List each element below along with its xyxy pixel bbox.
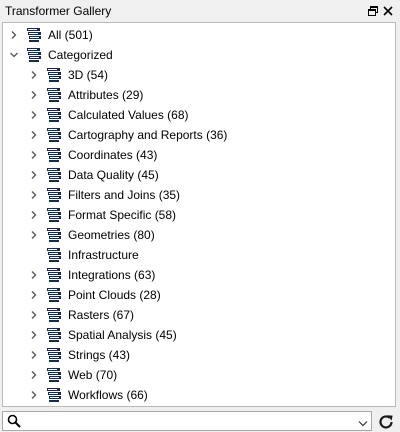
tree-item-label: Strings (43) <box>68 348 131 362</box>
restore-window-icon[interactable] <box>366 4 380 18</box>
tree-item-point-clouds[interactable]: Point Clouds (28) <box>3 285 395 305</box>
chevron-right-icon[interactable] <box>29 310 39 320</box>
tree-item-label: Cartography and Reports (36) <box>68 128 228 142</box>
search-icon <box>7 414 21 428</box>
tree-item-label: Format Specific (58) <box>68 208 177 222</box>
tree-item-web[interactable]: Web (70) <box>3 365 395 385</box>
tree-item-label: Infrastructure <box>68 248 139 262</box>
tree-item-infrastructure[interactable]: Infrastructure <box>3 245 395 265</box>
tree-item-label: Integrations (63) <box>68 268 156 282</box>
tree-item-rasters[interactable]: Rasters (67) <box>3 305 395 325</box>
transformer-stack-icon <box>46 187 62 203</box>
chevron-right-icon[interactable] <box>29 330 39 340</box>
chevron-right-icon[interactable] <box>29 130 39 140</box>
transformer-stack-icon <box>46 67 62 83</box>
tree-item-3d[interactable]: 3D (54) <box>3 65 395 85</box>
panel-title: Transformer Gallery <box>5 4 112 18</box>
transformer-stack-icon <box>46 227 62 243</box>
tree-item-label: Rasters (67) <box>68 308 135 322</box>
search-input[interactable] <box>25 413 355 429</box>
chevron-right-icon[interactable] <box>29 370 39 380</box>
chevron-right-icon[interactable] <box>29 190 39 200</box>
tree-item-format-specific[interactable]: Format Specific (58) <box>3 205 395 225</box>
search-box[interactable] <box>2 411 372 431</box>
chevron-right-icon[interactable] <box>29 230 39 240</box>
chevron-down-icon[interactable] <box>358 417 368 427</box>
tree-item-label: Coordinates (43) <box>68 148 158 162</box>
panel-titlebar: Transformer Gallery <box>0 0 400 22</box>
tree-item-label: All (501) <box>48 28 93 42</box>
tree-item-coordinates[interactable]: Coordinates (43) <box>3 145 395 165</box>
tree-item-spatial-analysis[interactable]: Spatial Analysis (45) <box>3 325 395 345</box>
chevron-right-icon[interactable] <box>29 150 39 160</box>
refresh-icon[interactable] <box>376 412 396 432</box>
tree-item-cartography-and-reports[interactable]: Cartography and Reports (36) <box>3 125 395 145</box>
tree-item-integrations[interactable]: Integrations (63) <box>3 265 395 285</box>
transformer-stack-icon <box>46 287 62 303</box>
chevron-right-icon[interactable] <box>29 390 39 400</box>
transformer-stack-icon <box>46 207 62 223</box>
tree-item-all[interactable]: All (501) <box>3 25 395 45</box>
chevron-right-icon[interactable] <box>29 210 39 220</box>
tree-item-calculated-values[interactable]: Calculated Values (68) <box>3 105 395 125</box>
tree-item-workflows[interactable]: Workflows (66) <box>3 385 395 405</box>
tree-item-label: 3D (54) <box>68 68 109 82</box>
tree-item-label: Spatial Analysis (45) <box>68 328 177 342</box>
tree-item-attributes[interactable]: Attributes (29) <box>3 85 395 105</box>
tree-item-geometries[interactable]: Geometries (80) <box>3 225 395 245</box>
chevron-right-icon[interactable] <box>29 270 39 280</box>
tree-item-data-quality[interactable]: Data Quality (45) <box>3 165 395 185</box>
tree-item-label: Geometries (80) <box>68 228 155 242</box>
transformer-stack-icon <box>26 47 42 63</box>
transformer-stack-icon <box>46 387 62 403</box>
chevron-right-icon[interactable] <box>9 30 19 40</box>
tree-item-label: Data Quality (45) <box>68 168 159 182</box>
tree-item-label: Filters and Joins (35) <box>68 188 181 202</box>
chevron-right-icon[interactable] <box>29 90 39 100</box>
transformer-stack-icon <box>46 87 62 103</box>
transformer-stack-icon <box>46 167 62 183</box>
close-icon[interactable] <box>381 4 395 18</box>
tree-item-label: Web (70) <box>68 368 118 382</box>
tree-item-label: Categorized <box>48 48 113 62</box>
tree-item-label: Calculated Values (68) <box>68 108 189 122</box>
tree-item-label: Attributes (29) <box>68 88 144 102</box>
transformer-stack-icon <box>46 247 62 263</box>
tree-item-categorized[interactable]: Categorized <box>3 45 395 65</box>
transformer-stack-icon <box>46 107 62 123</box>
tree-item-label: Point Clouds (28) <box>68 288 161 302</box>
tree-item-strings[interactable]: Strings (43) <box>3 345 395 365</box>
transformer-stack-icon <box>46 327 62 343</box>
tree-item-filters-and-joins[interactable]: Filters and Joins (35) <box>3 185 395 205</box>
chevron-right-icon[interactable] <box>29 170 39 180</box>
chevron-right-icon[interactable] <box>29 290 39 300</box>
transformer-stack-icon <box>26 27 42 43</box>
transformer-stack-icon <box>46 267 62 283</box>
chevron-right-icon[interactable] <box>29 350 39 360</box>
transformer-stack-icon <box>46 367 62 383</box>
transformer-tree: All (501) Categorized 3D (54) Attributes (2… <box>2 22 396 407</box>
chevron-right-icon[interactable] <box>29 110 39 120</box>
tree-item-label: Workflows (66) <box>68 388 148 402</box>
transformer-stack-icon <box>46 147 62 163</box>
transformer-stack-icon <box>46 347 62 363</box>
chevron-right-icon[interactable] <box>29 70 39 80</box>
chevron-down-icon[interactable] <box>9 50 19 60</box>
transformer-stack-icon <box>46 307 62 323</box>
transformer-stack-icon <box>46 127 62 143</box>
